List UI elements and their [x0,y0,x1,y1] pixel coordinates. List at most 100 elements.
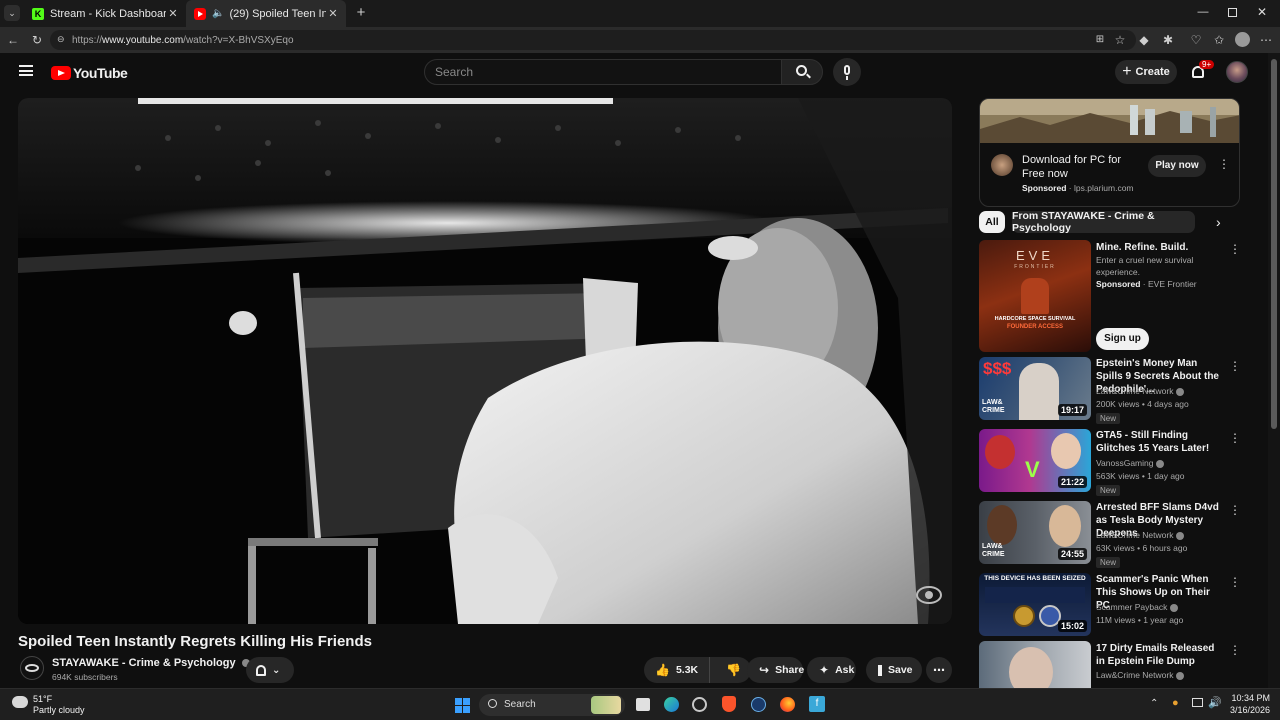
sponsored-recommendation[interactable]: EVE FRONTIER HARDCORE SPACE SURVIVAL FOU… [979,240,1244,352]
file-app-icon[interactable]: f [809,696,825,712]
url-host: www.youtube.com [102,34,184,46]
hamburger-menu-icon[interactable] [19,65,33,76]
duration-badge: 15:02 [1057,620,1087,632]
channel-avatar[interactable] [20,656,44,680]
ask-button[interactable]: ✦ Ask [807,657,856,683]
more-vertical-icon[interactable]: ⋮ [1229,575,1241,589]
start-button[interactable] [455,698,470,713]
recommendation-item[interactable]: $$$ LAW& CRIME 19:17 Epstein's Money Man… [979,357,1244,425]
dislike-button[interactable]: 👎 [716,657,751,683]
save-button[interactable]: Save [866,657,922,683]
app-available-icon[interactable]: ⊞ [1090,30,1110,50]
more-vertical-icon[interactable]: ⋮ [1229,431,1241,445]
more-vertical-icon[interactable]: ⋮ [1229,359,1241,373]
voice-search-button[interactable] [833,58,861,86]
video-player[interactable] [18,98,952,624]
favorites-icon[interactable]: ✩ [1209,30,1229,50]
restore-icon[interactable] [1228,8,1237,17]
steam-icon[interactable] [751,697,766,712]
sign-up-button[interactable]: Sign up [1096,328,1149,350]
extensions-icon[interactable]: ✱ [1158,30,1178,50]
ad-more-icon[interactable]: ⋮ [1218,157,1230,171]
search-input[interactable]: Search [424,59,782,85]
browser-essentials-icon[interactable]: ♡ [1186,30,1206,50]
weather-text: Partly cloudy [33,705,85,715]
channel-name: Law&Crime Network [1096,530,1185,540]
brave-icon[interactable] [722,696,736,712]
browser-tab-bar: ⌄ K Stream - Kick Dashboard ✕ 🔈 (29) Spo… [0,0,1280,27]
subscription-bell-button[interactable]: ⌄ [246,657,294,683]
video-thumbnail: THIS DEVICE HAS BEEN SEIZED 15:02 [979,573,1091,636]
tab-youtube-video[interactable]: 🔈 (29) Spoiled Teen Instantly Re ✕ [186,0,346,27]
share-button[interactable]: ↪ Share [747,657,804,683]
edge-icon[interactable] [664,697,679,712]
taskbar-search[interactable]: Search [479,694,625,716]
back-icon[interactable]: ← [3,30,23,50]
youtube-logo[interactable]: YouTube [51,65,128,81]
refresh-icon[interactable]: ↻ [27,30,47,50]
chip-from-channel[interactable]: From STAYAWAKE - Crime & Psychology [1012,210,1195,234]
tab-title: (29) Spoiled Teen Instantly Re [229,7,326,20]
minimize-icon[interactable]: — [1196,6,1210,20]
new-tab-button[interactable]: + [352,4,370,22]
more-actions-button[interactable]: ⋯ [926,657,952,683]
chevron-right-icon[interactable]: › [1216,214,1221,230]
page-scrollbar[interactable] [1268,53,1280,688]
settings-app-icon[interactable] [692,697,707,712]
partly-cloudy-icon [12,696,28,708]
account-avatar[interactable] [1226,61,1248,83]
search-placeholder: Search [435,65,474,79]
speaker-icon[interactable]: 🔈 [212,8,224,19]
recommendation-item[interactable]: THIS DEVICE HAS BEEN SEIZED 15:02 Scamme… [979,573,1244,641]
tab-list-button[interactable]: ⌄ [4,5,20,21]
windows-taskbar: 51°F Partly cloudy Search f ⌃ ● 🔊 10:34 … [0,688,1280,720]
display-tray-icon[interactable] [1192,698,1203,707]
more-vertical-icon[interactable]: ⋮ [1229,503,1241,517]
microphone-icon [844,65,850,75]
youtube-header: YouTube Search + Create 9+ [0,53,1268,93]
search-button[interactable] [781,59,823,85]
youtube-favicon-icon [194,7,206,20]
favorite-star-icon[interactable]: ☆ [1110,30,1130,50]
like-count: 5.3K [675,664,699,676]
more-vertical-icon[interactable]: ⋮ [1229,242,1241,256]
video-thumbnail: LAW& CRIME 24:55 [979,501,1091,564]
extension-diamond-icon[interactable]: ◆ [1134,30,1154,50]
new-badge: New [1096,413,1121,424]
close-tab-icon[interactable]: ✕ [326,7,340,20]
create-button[interactable]: + Create [1115,60,1177,84]
site-info-icon[interactable]: ⊖ [57,34,65,45]
video-frame [18,98,952,624]
sidebar-ad[interactable]: Download for PC for Free now Sponsored ·… [979,98,1240,207]
more-menu-icon[interactable]: ⋯ [1256,30,1276,50]
clock[interactable]: 10:34 PM 3/16/2026 [1226,693,1270,715]
search-highlight-icon [591,696,621,714]
close-window-icon[interactable]: ✕ [1255,5,1269,19]
chip-all[interactable]: All [979,211,1005,233]
close-tab-icon[interactable]: ✕ [166,7,180,20]
firefox-icon[interactable] [780,697,795,712]
address-bar[interactable]: ⊖ https://www.youtube.com/watch?v=X-BhVS… [50,30,1136,50]
recommendation-item[interactable]: 17 Dirty Emails Released in Epstein File… [979,641,1244,688]
more-vertical-icon[interactable]: ⋮ [1229,643,1241,657]
browser-toolbar: ← ↻ ⊖ https://www.youtube.com/watch?v=X-… [0,27,1280,53]
ad-sponsored-label: Sponsored [1022,183,1067,193]
new-badge: New [1096,485,1121,496]
temperature: 51°F [33,694,53,704]
weather-widget[interactable]: 51°F Partly cloudy [10,693,100,717]
plus-icon: + [1122,63,1132,80]
tab-kick-dashboard[interactable]: K Stream - Kick Dashboard ✕ [24,0,186,27]
channel-name[interactable]: STAYAWAKE - Crime & Psychology [52,657,250,669]
notifications-button[interactable]: 9+ [1190,60,1215,82]
duration-badge: 24:55 [1057,548,1087,560]
recommendation-item[interactable]: LAW& CRIME 24:55 Arrested BFF Slams D4vd… [979,501,1244,569]
task-view-icon[interactable] [636,698,650,711]
profile-avatar[interactable] [1235,32,1250,47]
volume-tray-icon[interactable]: 🔊 [1208,696,1222,709]
mic-tray-icon[interactable]: ● [1172,697,1179,709]
recommendation-item[interactable]: V 21:22 GTA5 - Still Finding Glitches 15… [979,429,1244,497]
tray-chevron-icon[interactable]: ⌃ [1150,698,1158,709]
like-button[interactable]: 👍 5.3K [644,657,711,683]
taskbar-search-label: Search [504,699,536,710]
play-now-button[interactable]: Play now [1148,155,1206,177]
